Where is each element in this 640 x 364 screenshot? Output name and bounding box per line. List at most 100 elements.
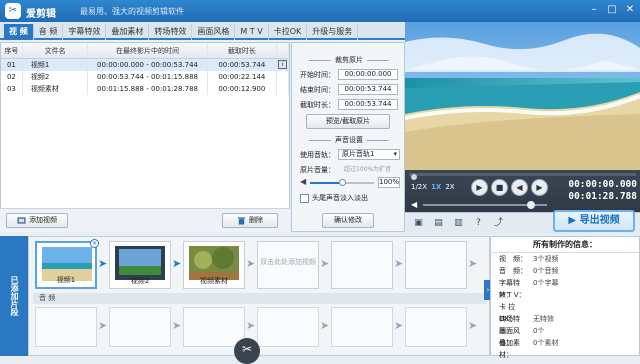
audio-slot[interactable] bbox=[405, 307, 467, 347]
next-frame-icon[interactable]: ▶ bbox=[531, 179, 548, 196]
transition-arrow-icon: ➤ bbox=[98, 319, 108, 332]
tab-karaoke[interactable]: 卡拉OK bbox=[269, 24, 308, 40]
close-icon[interactable]: ✕ bbox=[624, 4, 636, 16]
scissor-icon[interactable]: ✂ bbox=[234, 338, 260, 364]
add-video-hint: 双击此处添加视频 bbox=[260, 258, 316, 266]
current-time: 00:00:00.000 bbox=[568, 179, 637, 190]
info-icon[interactable]: i bbox=[278, 60, 288, 69]
speed-half[interactable]: 1/2X bbox=[411, 183, 427, 191]
audio-slot[interactable] bbox=[331, 307, 393, 347]
speaker-icon: ◀ bbox=[300, 177, 307, 186]
end-time-field[interactable]: 00:00:53.744 bbox=[338, 84, 398, 95]
fade-checkbox[interactable] bbox=[300, 193, 309, 203]
storyboard-empty-slot[interactable]: 双击此处添加视频 bbox=[257, 241, 319, 289]
transition-arrow-icon: ➤ bbox=[394, 319, 404, 332]
screenshot-icon[interactable]: ▣ bbox=[413, 218, 424, 229]
title-bar: ✂ 爱剪辑 最易用、强大的视频剪辑软件 – □ ✕ bbox=[0, 0, 640, 22]
audio-slot[interactable] bbox=[183, 307, 245, 347]
edit-panel: 裁剪原片 开始时间： 00:00:00.000 结束时间： 00:00:53.7… bbox=[291, 42, 405, 232]
maximize-icon[interactable]: □ bbox=[606, 4, 618, 16]
volume-row: 原片音量： 超过100%为扩音 bbox=[300, 166, 392, 174]
audio-slot[interactable] bbox=[109, 307, 171, 347]
clip-thumbnail-landscape bbox=[115, 246, 165, 280]
export-video-button[interactable]: ▶ 导出视频 bbox=[553, 210, 635, 232]
audio-track-row: 使用音轨： 原片音轨1 bbox=[296, 149, 402, 161]
play-icon[interactable]: ▶ bbox=[471, 179, 488, 196]
storyboard-empty-slot[interactable] bbox=[331, 241, 393, 289]
prev-frame-icon[interactable]: ◀ bbox=[511, 179, 528, 196]
clip-list-toolbar: 添加视频 删除 bbox=[0, 208, 290, 232]
tab-subtitle-effects[interactable]: 字幕特效 bbox=[63, 24, 107, 40]
delete-button[interactable]: 删除 bbox=[222, 213, 278, 228]
storyboard-clip[interactable]: 视频素材 bbox=[183, 241, 245, 289]
help-icon[interactable]: ? bbox=[473, 218, 484, 229]
fade-checkbox-row[interactable]: 头尾声音淡入淡出 bbox=[300, 193, 368, 205]
save-icon[interactable]: ▥ bbox=[453, 218, 464, 229]
video-preview[interactable] bbox=[405, 22, 640, 170]
tab-styles[interactable]: 画面风格 bbox=[192, 24, 236, 40]
volume-slider[interactable] bbox=[310, 179, 374, 186]
export-icon: ▶ bbox=[568, 215, 580, 226]
tab-mtv[interactable]: M T V bbox=[235, 24, 269, 40]
player-volume: ◀ bbox=[411, 200, 549, 210]
clip-list-header: 序号 文件名 在最终影片中的时间 截取时长 bbox=[1, 43, 290, 59]
col-info bbox=[277, 43, 290, 58]
volume-hint: 超过100%为扩音 bbox=[344, 166, 392, 173]
speed-1x[interactable]: 1X bbox=[431, 183, 441, 191]
storyboard: ✕ 视频1 ➤ 视频2 ➤ 视频素材 ➤ 双击此处添加视频 ➤ ➤ ➤ 音 频 … bbox=[28, 236, 490, 356]
storyboard-clip[interactable]: ✕ 视频1 bbox=[35, 239, 99, 289]
end-time-row: 结束时间： 00:00:53.744 bbox=[296, 84, 402, 96]
table-row[interactable]: 01 视频1 00:00:00.000 - 00:00:53.744 00:00… bbox=[1, 59, 289, 71]
remove-clip-icon[interactable]: ✕ bbox=[90, 239, 99, 248]
folder-icon[interactable]: ▤ bbox=[433, 218, 444, 229]
add-video-button[interactable]: 添加视频 bbox=[6, 213, 68, 228]
main-tabs: 视 频 音 频 字幕特效 叠加素材 转场特效 画面风格 M T V 卡拉OK 升… bbox=[0, 22, 405, 40]
player-volume-knob[interactable] bbox=[527, 201, 535, 209]
tab-upgrade[interactable]: 升级与服务 bbox=[307, 24, 359, 40]
audio-track-label: 音 频 bbox=[33, 293, 487, 304]
start-time-row: 开始时间： 00:00:00.000 bbox=[296, 69, 402, 81]
film-icon bbox=[17, 216, 26, 224]
col-duration[interactable]: 截取时长 bbox=[208, 43, 278, 58]
preview-trim-button[interactable]: 预览/截取原片 bbox=[306, 114, 390, 129]
storyboard-clip[interactable]: 视频2 bbox=[109, 241, 171, 289]
volume-fill bbox=[310, 182, 342, 184]
total-time: 00:01:28.788 bbox=[568, 191, 637, 202]
transition-arrow-icon: ➤ bbox=[394, 257, 404, 270]
clip-list-panel: 序号 文件名 在最终影片中的时间 截取时长 01 视频1 00:00:00.00… bbox=[0, 42, 290, 232]
col-filename[interactable]: 文件名 bbox=[23, 43, 89, 58]
duration-field[interactable]: 00:00:53.744 bbox=[338, 99, 398, 110]
seek-bar[interactable] bbox=[409, 173, 636, 180]
col-no[interactable]: 序号 bbox=[1, 43, 23, 58]
tab-video[interactable]: 视 频 bbox=[4, 24, 34, 40]
confirm-button[interactable]: 确认修改 bbox=[322, 213, 374, 228]
tab-overlay[interactable]: 叠加素材 bbox=[106, 24, 150, 40]
minimize-icon[interactable]: – bbox=[588, 4, 600, 16]
audio-track-select[interactable]: 原片音轨1 bbox=[338, 149, 400, 160]
transition-arrow-icon: ➤ bbox=[468, 257, 478, 270]
start-time-field[interactable]: 00:00:00.000 bbox=[338, 69, 398, 80]
seek-knob[interactable] bbox=[411, 174, 417, 180]
table-row[interactable]: 03 视频素材 00:01:15.888 - 00:01:28.788 00:0… bbox=[1, 83, 289, 95]
speed-selector: 1/2X 1X 2X bbox=[411, 183, 455, 191]
volume-value[interactable]: 100% bbox=[378, 177, 400, 188]
summary-row: 视 频： 3个视频 bbox=[499, 255, 559, 263]
summary-row: 画面风格： 0个 bbox=[499, 327, 545, 347]
app-slogan: 最易用、强大的视频剪辑软件 bbox=[80, 7, 184, 16]
share-icon[interactable]: ⤴ bbox=[493, 218, 504, 229]
audio-slot[interactable] bbox=[35, 307, 97, 347]
audio-slot[interactable] bbox=[257, 307, 319, 347]
tab-audio[interactable]: 音 频 bbox=[34, 24, 64, 40]
col-timespan[interactable]: 在最终影片中的时间 bbox=[88, 43, 208, 58]
tab-transitions[interactable]: 转场特效 bbox=[149, 24, 193, 40]
transition-arrow-icon[interactable]: ➤ bbox=[98, 257, 108, 271]
table-row[interactable]: 02 视频2 00:00:53.744 - 00:01:15.888 00:00… bbox=[1, 71, 289, 83]
storyboard-empty-slot[interactable] bbox=[405, 241, 467, 289]
stop-icon[interactable]: ■ bbox=[491, 179, 508, 196]
clip-thumbnail-forest bbox=[189, 246, 239, 280]
transition-arrow-icon: ➤ bbox=[246, 319, 256, 332]
transition-arrow-icon[interactable]: ➤ bbox=[172, 257, 182, 271]
transition-arrow-icon: ➤ bbox=[320, 319, 330, 332]
speed-2x[interactable]: 2X bbox=[445, 183, 454, 191]
volume-knob[interactable] bbox=[338, 179, 346, 186]
